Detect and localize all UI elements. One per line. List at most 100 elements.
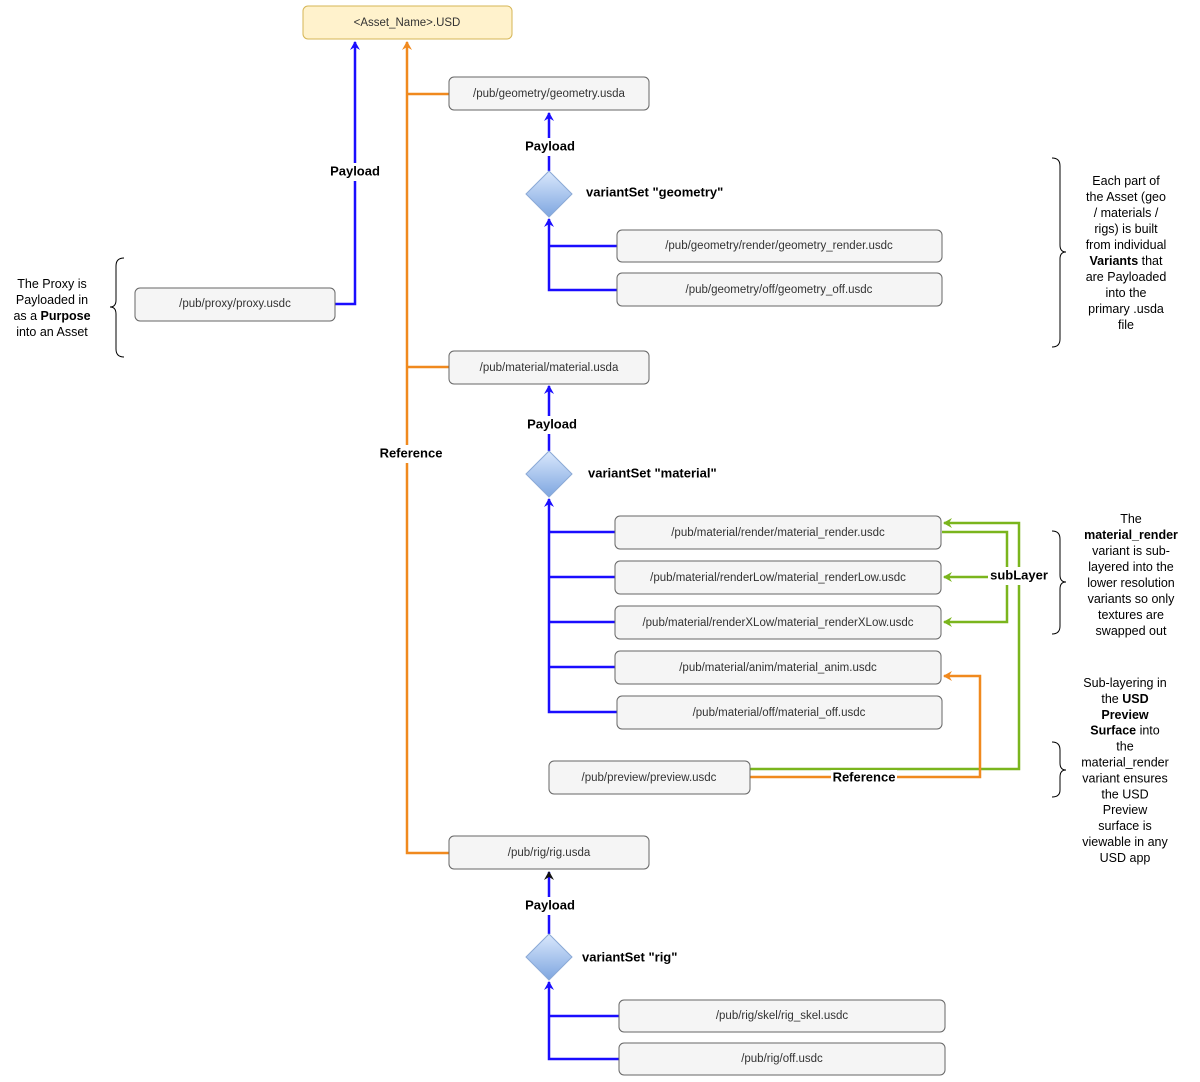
note-text: Preview [1103,803,1148,817]
note-bold-text: USD [1122,692,1148,706]
note-text: lower resolution [1087,576,1175,590]
note-line: into the [1105,286,1146,300]
root-asset-label: <Asset_Name>.USD [354,17,461,29]
node-label: /pub/material/off/material_off.usdc [693,707,866,719]
note-line: Sub-layering in [1083,676,1166,690]
proxy-node[interactable]: /pub/proxy/proxy.usdc [134,287,336,322]
node-label: /pub/rig/skel/rig_skel.usdc [716,1010,849,1022]
material-anim-node[interactable]: /pub/material/anim/material_anim.usdc [614,650,942,685]
note-line: into an Asset [16,325,88,339]
variantset-geometry-label: variantSet "geometry" [586,184,723,199]
note-text: into the [1105,286,1146,300]
note-text: rigs) is built [1094,222,1158,236]
note-line: layered into the [1088,560,1174,574]
note-text: into an Asset [16,325,88,339]
preview-brace [1051,741,1067,798]
geometry-payload-label: Payload [525,138,575,153]
geometry-render-node[interactable]: /pub/geometry/render/geometry_render.usd… [616,229,943,263]
note-bold-text: Purpose [41,309,91,323]
note-line: are Payloaded [1086,270,1167,284]
node-label: /pub/material/renderXLow/material_render… [642,617,913,629]
material-render-node[interactable]: /pub/material/render/material_render.usd… [614,515,942,550]
note-line: from individual [1086,238,1167,252]
note-line: the Asset (geo [1086,190,1166,204]
rig-payload-label: Payload [525,897,575,912]
note-text: the USD [1101,787,1148,801]
note-bold-text: Variants [1090,254,1139,268]
note-text: variants so only [1088,592,1176,606]
note-text: file [1118,318,1134,332]
preview-note: Sub-layering in the USD Preview Surface int… [1081,676,1169,865]
note-line: swapped out [1096,624,1167,638]
rig-variantset-diamond[interactable] [525,933,573,981]
rig-off-node[interactable]: /pub/rig/off.usdc [618,1042,946,1076]
material-renderlow-node[interactable]: /pub/material/renderLow/material_renderL… [614,560,942,595]
material-variantset-diamond[interactable] [525,450,573,498]
note-line: Surface into [1090,724,1160,738]
note-text: are Payloaded [1086,270,1167,284]
note-text: variant ensures [1082,771,1167,785]
note-line: Preview [1103,803,1148,817]
note-bold-text: Surface [1090,724,1136,738]
note-line: Each part of [1092,174,1160,188]
note-line: Payloaded in [16,293,88,307]
geometry-variants-edge [544,218,617,292]
preview-node[interactable]: /pub/preview/preview.usdc [548,760,751,795]
geometry-variantset-diamond[interactable] [525,170,573,218]
variants-note: Each part of the Asset (geo / materials / r… [1086,174,1167,332]
node-label: /pub/material/anim/material_anim.usdc [679,662,877,674]
note-line: textures are [1098,608,1164,622]
note-text: variant is sub- [1092,544,1170,558]
rig-node[interactable]: /pub/rig/rig.usda [448,835,650,870]
proxy-brace [109,257,125,358]
note-text: textures are [1098,608,1164,622]
proxy-payload-label: Payload [330,163,380,178]
note-line: primary .usda [1088,302,1164,316]
note-text: primary .usda [1088,302,1164,316]
node-label: /pub/material/material.usda [480,362,619,374]
note-line: lower resolution [1087,576,1175,590]
note-line: as a Purpose [13,309,90,323]
reference-label: Reference [380,445,443,460]
rig-variants-edge [544,981,619,1061]
variantset-rig-label: variantSet "rig" [582,949,677,964]
note-bold-text: Preview [1101,708,1149,722]
note-line: the USD [1101,692,1148,706]
note-line: The [1120,512,1142,526]
note-bold-text: material_render [1084,528,1178,542]
note-text: layered into the [1088,560,1174,574]
geometry-node[interactable]: /pub/geometry/geometry.usda [448,76,650,111]
sublayer-label: subLayer [990,567,1048,582]
note-text: Payloaded in [16,293,88,307]
note-line: variant ensures [1082,771,1167,785]
note-line: file [1118,318,1134,332]
note-line: viewable in any [1082,835,1168,849]
note-line: the [1116,740,1133,754]
note-text: viewable in any [1082,835,1168,849]
note-text: the Asset (geo [1086,190,1166,204]
root-asset-node[interactable]: <Asset_Name>.USD [302,5,513,40]
note-text: swapped out [1096,624,1167,638]
note-line: The Proxy is [17,277,86,291]
node-label: /pub/material/renderLow/material_renderL… [650,572,906,584]
note-line: Preview [1101,708,1149,722]
note-text: into [1136,724,1160,738]
material-render-edge [549,530,615,669]
sublayer-preview-edge [750,518,1021,771]
material-off-node[interactable]: /pub/material/off/material_off.usdc [616,695,943,730]
rig-skel-node[interactable]: /pub/rig/skel/rig_skel.usdc [618,999,946,1033]
note-line: rigs) is built [1094,222,1158,236]
note-text: surface is [1098,819,1152,833]
note-text: material_render [1081,756,1169,770]
note-line: Variants that [1090,254,1163,268]
note-line: variant is sub- [1092,544,1170,558]
note-text: Each part of [1092,174,1160,188]
node-label: /pub/rig/rig.usda [508,847,591,859]
node-label: /pub/rig/off.usdc [741,1053,823,1065]
geometry-off-node[interactable]: /pub/geometry/off/geometry_off.usdc [616,272,943,307]
proxy-note: The Proxy is Payloaded in as a Purpose into… [13,277,90,339]
material-renderxlow-node[interactable]: /pub/material/renderXLow/material_render… [614,605,942,640]
material-node[interactable]: /pub/material/material.usda [448,350,650,385]
note-line: material_render [1084,528,1178,542]
variants-brace [1051,157,1067,348]
